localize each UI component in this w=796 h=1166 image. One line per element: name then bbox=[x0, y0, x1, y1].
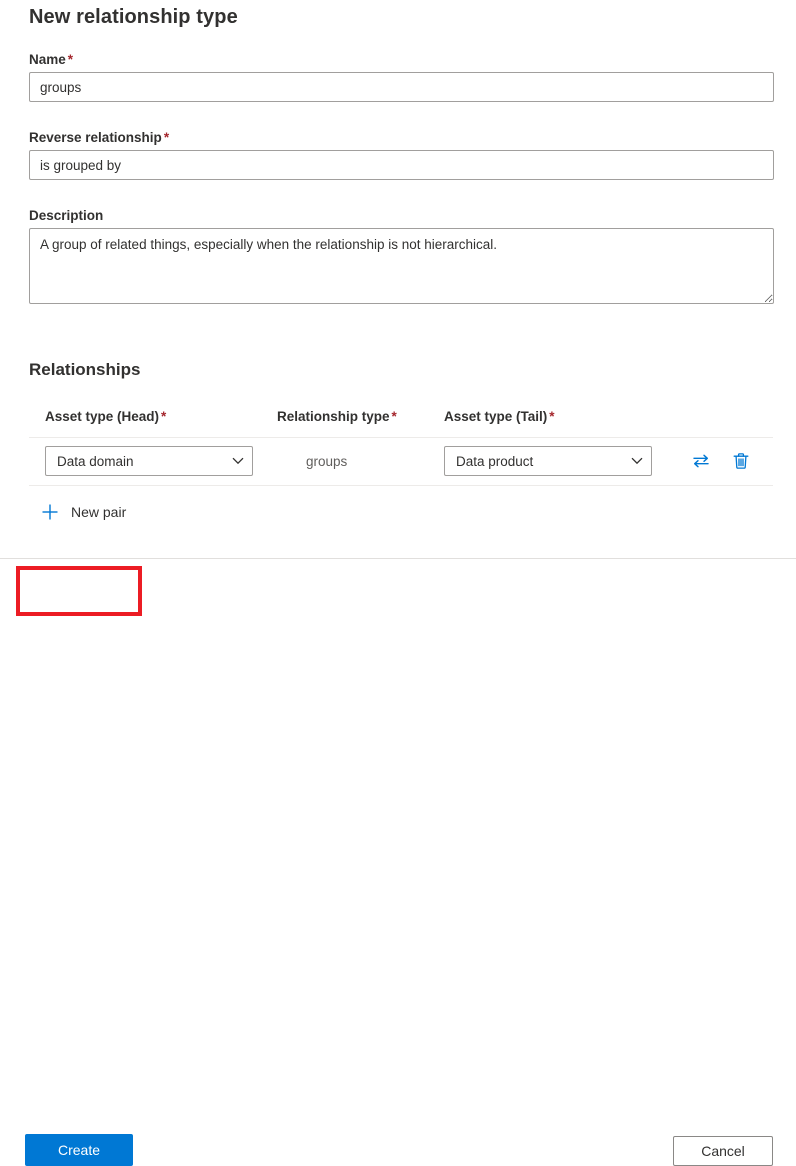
relationships-section-title: Relationships bbox=[29, 360, 141, 379]
plus-icon bbox=[38, 500, 62, 524]
column-header-asset-type-head: Asset type (Head) * bbox=[45, 409, 166, 424]
column-header-asset-type-head-text: Asset type (Head) bbox=[45, 409, 160, 424]
new-relationship-type-panel: New relationship type Name* Reverse rela… bbox=[0, 0, 796, 1166]
cancel-button[interactable]: Cancel bbox=[673, 1136, 773, 1166]
head-asset-type-value: Data domain bbox=[57, 453, 134, 469]
name-label-text: Name bbox=[29, 52, 66, 67]
panel-body: New relationship type Name* Reverse rela… bbox=[0, 0, 796, 625]
new-pair-label: New pair bbox=[71, 504, 127, 520]
column-header-relationship-required-asterisk: * bbox=[391, 409, 397, 424]
column-header-relationship-type-text: Relationship type bbox=[277, 409, 390, 424]
reverse-relationship-label-text: Reverse relationship bbox=[29, 130, 162, 145]
name-label: Name * bbox=[29, 52, 774, 67]
chevron-down-icon bbox=[224, 457, 252, 465]
reverse-relationship-label: Reverse relationship * bbox=[29, 130, 774, 145]
name-field-group: Name * bbox=[29, 52, 774, 102]
name-required-asterisk: * bbox=[67, 52, 74, 67]
description-label-text: Description bbox=[29, 208, 104, 223]
reverse-relationship-field-group: Reverse relationship * bbox=[29, 130, 774, 180]
create-button[interactable]: Create bbox=[25, 1134, 133, 1166]
panel-footer: Create Cancel bbox=[0, 558, 796, 1166]
name-input[interactable] bbox=[29, 72, 774, 102]
column-header-asset-type-tail-text: Asset type (Tail) bbox=[444, 409, 548, 424]
swap-arrows-icon[interactable] bbox=[689, 449, 713, 473]
description-label: Description bbox=[29, 208, 774, 223]
trash-icon[interactable] bbox=[729, 449, 753, 473]
column-header-head-required-asterisk: * bbox=[161, 409, 167, 424]
relationships-column-headers: Asset type (Head) * Relationship type * As… bbox=[29, 409, 774, 429]
reverse-relationship-required-asterisk: * bbox=[163, 130, 170, 145]
column-header-tail-required-asterisk: * bbox=[549, 409, 555, 424]
head-asset-type-dropdown[interactable]: Data domain bbox=[45, 446, 253, 476]
page-title: New relationship type bbox=[29, 6, 238, 28]
new-pair-button[interactable]: New pair bbox=[38, 500, 126, 524]
relationship-type-value: groups bbox=[306, 454, 348, 469]
description-textarea[interactable] bbox=[29, 228, 774, 304]
column-header-relationship-type: Relationship type * bbox=[277, 409, 397, 424]
reverse-relationship-input[interactable] bbox=[29, 150, 774, 180]
chevron-down-icon bbox=[623, 457, 651, 465]
relationship-pair-row: Data domain groups Data product bbox=[29, 437, 773, 486]
tail-asset-type-value: Data product bbox=[456, 453, 534, 469]
description-field-group: Description bbox=[29, 208, 774, 309]
tail-asset-type-dropdown[interactable]: Data product bbox=[444, 446, 652, 476]
column-header-asset-type-tail: Asset type (Tail) * bbox=[444, 409, 555, 424]
